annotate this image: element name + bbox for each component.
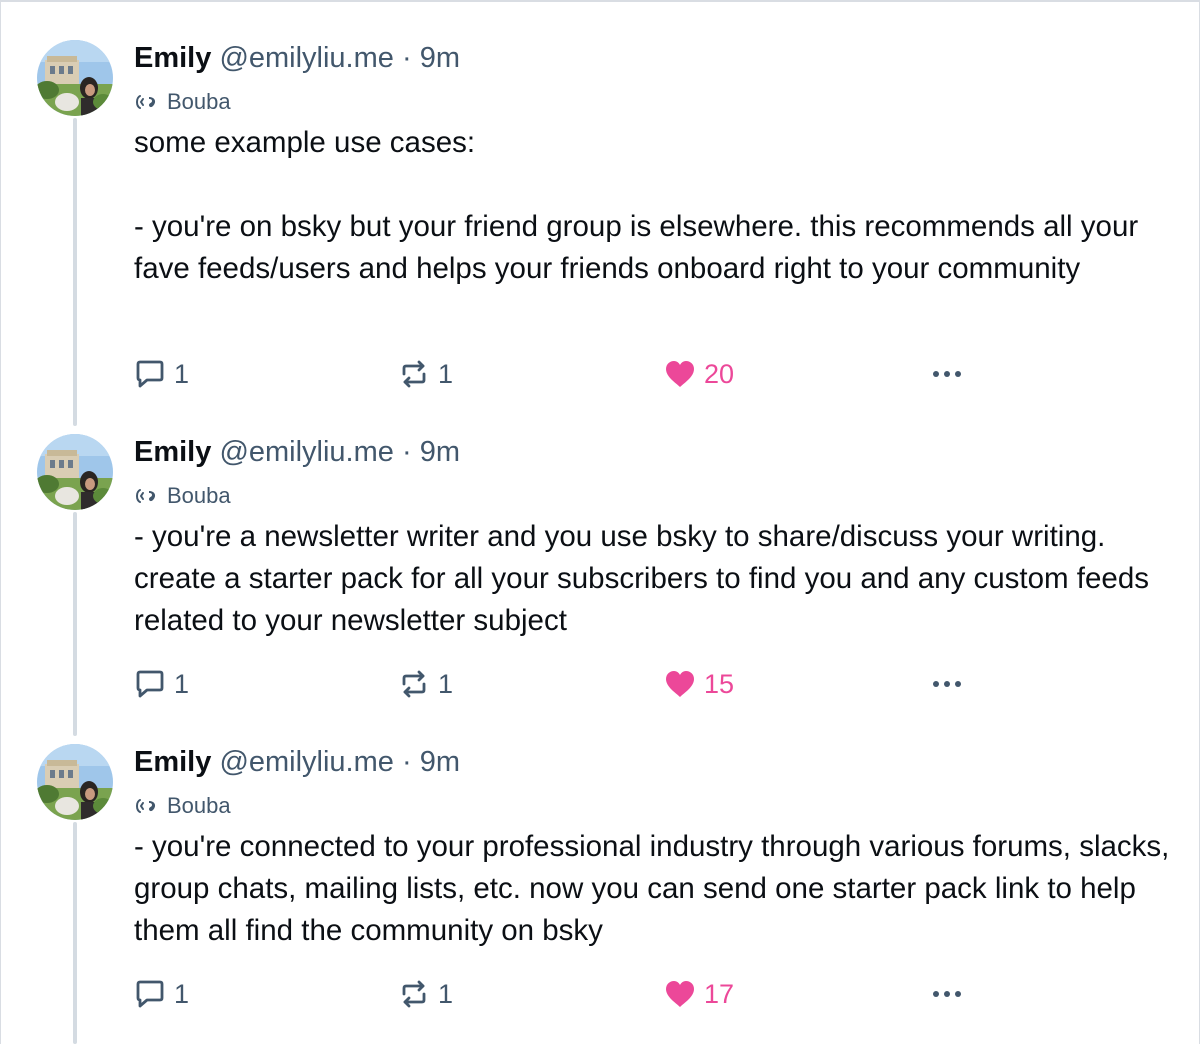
repost-count: 1 xyxy=(438,358,454,389)
heart-icon xyxy=(666,671,694,697)
like-button[interactable]: 17 xyxy=(664,976,734,1012)
post-actions: 1 1 20 xyxy=(134,356,1174,392)
bouba-label-icon xyxy=(136,95,156,109)
author-handle[interactable]: @emilyliu.me xyxy=(219,746,393,778)
reply-button[interactable]: 1 xyxy=(134,666,189,702)
thread-connector-line xyxy=(73,512,77,736)
author-name[interactable]: Emily xyxy=(134,746,211,778)
author-name[interactable]: Emily xyxy=(134,436,211,468)
more-options-button[interactable] xyxy=(930,976,966,1012)
speech-bubble-icon xyxy=(136,980,164,1008)
repost-arrows-icon xyxy=(402,980,426,1008)
post-header: Emily @emilyliu.me · 9m xyxy=(134,41,460,75)
post-text: - you're connected to your professional … xyxy=(134,830,1178,947)
repost-button[interactable]: 1 xyxy=(398,666,453,702)
post-header: Emily @emilyliu.me · 9m xyxy=(134,745,460,779)
ellipsis-icon xyxy=(933,991,961,997)
bouba-label-icon xyxy=(136,799,156,813)
post-actions: 1 1 15 xyxy=(134,666,1174,702)
heart-icon xyxy=(666,361,694,387)
repost-count: 1 xyxy=(438,668,454,699)
thread-connector-line xyxy=(73,118,77,426)
avatar-photo xyxy=(37,744,113,820)
like-button[interactable]: 15 xyxy=(664,666,734,702)
speech-bubble-icon xyxy=(136,360,164,388)
repost-arrows-icon xyxy=(402,360,426,388)
ellipsis-icon xyxy=(933,681,961,687)
post-text: - you're a newsletter writer and you use… xyxy=(134,520,1158,637)
separator-dot: · xyxy=(401,746,412,778)
author-handle[interactable]: @emilyliu.me xyxy=(219,436,393,468)
avatar-photo xyxy=(37,434,113,510)
reply-count: 1 xyxy=(174,978,190,1009)
content-label-text: Bouba xyxy=(167,89,231,114)
more-options-button[interactable] xyxy=(930,666,966,702)
avatar-photo xyxy=(37,40,113,116)
author-name[interactable]: Emily xyxy=(134,42,211,74)
repost-button[interactable]: 1 xyxy=(398,356,453,392)
repost-button[interactable]: 1 xyxy=(398,976,453,1012)
like-count: 20 xyxy=(704,358,735,389)
like-button[interactable]: 20 xyxy=(664,356,734,392)
post-time[interactable]: 9m xyxy=(420,436,460,468)
like-count: 15 xyxy=(704,668,735,699)
avatar[interactable] xyxy=(37,744,113,820)
avatar[interactable] xyxy=(37,40,113,116)
repost-arrows-icon xyxy=(402,670,426,698)
content-label-text: Bouba xyxy=(167,793,231,818)
separator-dot: · xyxy=(401,436,412,468)
post-text: some example use cases: - you're on bsky… xyxy=(134,126,1139,285)
heart-icon xyxy=(666,981,694,1007)
post-actions: 1 1 17 xyxy=(134,976,1174,1012)
thread-connector-line xyxy=(73,822,77,1044)
reply-count: 1 xyxy=(174,668,190,699)
reply-count: 1 xyxy=(174,358,190,389)
post-time[interactable]: 9m xyxy=(420,42,460,74)
reply-button[interactable]: 1 xyxy=(134,976,189,1012)
author-handle[interactable]: @emilyliu.me xyxy=(219,42,393,74)
content-label-text: Bouba xyxy=(167,483,231,508)
like-count: 17 xyxy=(704,978,735,1009)
separator-dot: · xyxy=(401,42,412,74)
content-label[interactable]: Bouba xyxy=(134,89,231,115)
content-label[interactable]: Bouba xyxy=(134,483,231,509)
reply-button[interactable]: 1 xyxy=(134,356,189,392)
content-label[interactable]: Bouba xyxy=(134,793,231,819)
avatar[interactable] xyxy=(37,434,113,510)
ellipsis-icon xyxy=(933,371,961,377)
speech-bubble-icon xyxy=(136,670,164,698)
bouba-label-icon xyxy=(136,489,156,503)
repost-count: 1 xyxy=(438,978,454,1009)
post-header: Emily @emilyliu.me · 9m xyxy=(134,435,460,469)
more-options-button[interactable] xyxy=(930,356,966,392)
post-time[interactable]: 9m xyxy=(420,746,460,778)
